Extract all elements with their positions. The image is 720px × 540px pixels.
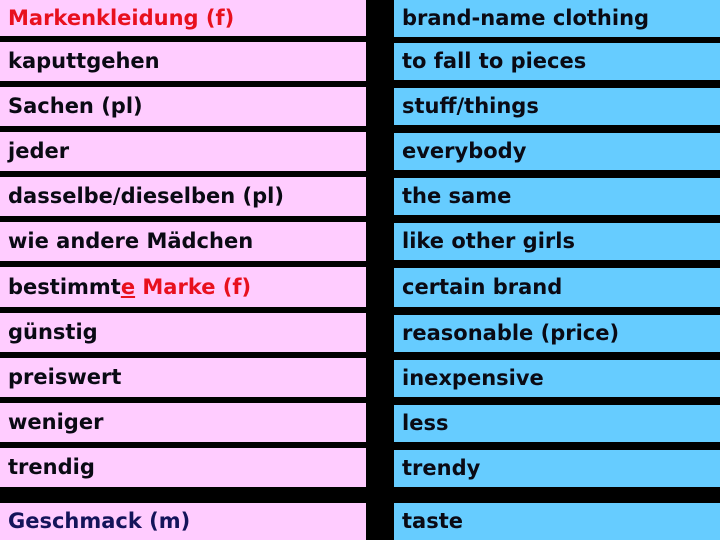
english-cell: stuff/things bbox=[394, 88, 720, 125]
german-term: günstig bbox=[8, 320, 98, 344]
english-term: to fall to pieces bbox=[402, 49, 587, 73]
vocabulary-table: Markenkleidung (f) brand-name clothing k… bbox=[0, 0, 720, 540]
german-term: kaputtgehen bbox=[8, 49, 160, 73]
english-cell: everybody bbox=[394, 133, 720, 170]
german-term: jeder bbox=[8, 139, 70, 163]
german-term-ending: e bbox=[120, 274, 136, 299]
german-term-stem: bestimmt bbox=[8, 274, 121, 299]
english-term: like other girls bbox=[402, 229, 575, 253]
german-term: preiswert bbox=[8, 365, 122, 389]
english-cell: inexpensive bbox=[394, 360, 720, 397]
english-cell: certain brand bbox=[394, 268, 720, 307]
english-term: stuff/things bbox=[402, 94, 539, 118]
english-cell: trendy bbox=[394, 450, 720, 487]
english-cell: to fall to pieces bbox=[394, 43, 720, 80]
german-cell: dasselbe/dieselben (pl) bbox=[0, 177, 366, 216]
german-cell: Geschmack (m) bbox=[0, 503, 366, 540]
english-term: everybody bbox=[402, 139, 527, 163]
german-cell: jeder bbox=[0, 132, 366, 171]
english-cell: reasonable (price) bbox=[394, 315, 720, 352]
german-cell: wie andere Mädchen bbox=[0, 222, 366, 261]
english-term: brand-name clothing bbox=[402, 6, 650, 30]
german-cell: günstig bbox=[0, 313, 366, 352]
english-term: certain brand bbox=[402, 275, 563, 299]
german-term: weniger bbox=[8, 410, 104, 434]
german-term: wie andere Mädchen bbox=[8, 229, 254, 253]
english-cell: like other girls bbox=[394, 223, 720, 260]
english-cell: brand-name clothing bbox=[394, 0, 720, 37]
german-cell: preiswert bbox=[0, 358, 366, 397]
german-term: Geschmack (m) bbox=[8, 509, 191, 533]
german-term: Sachen (pl) bbox=[8, 94, 143, 118]
german-cell: Markenkleidung (f) bbox=[0, 0, 366, 36]
english-cell: less bbox=[394, 405, 720, 442]
english-term: less bbox=[402, 411, 449, 435]
german-term-noun: Marke (f) bbox=[135, 274, 252, 299]
german-cell: bestimmt e Marke (f) bbox=[0, 267, 366, 307]
german-cell: trendig bbox=[0, 448, 366, 487]
german-cell: kaputtgehen bbox=[0, 42, 366, 81]
english-cell: the same bbox=[394, 178, 720, 215]
german-term: Markenkleidung (f) bbox=[8, 5, 235, 30]
english-term: inexpensive bbox=[402, 366, 544, 390]
english-term: the same bbox=[402, 184, 512, 208]
english-term: taste bbox=[402, 509, 463, 533]
german-cell: Sachen (pl) bbox=[0, 87, 366, 126]
german-term: dasselbe/dieselben (pl) bbox=[8, 184, 284, 208]
english-term: reasonable (price) bbox=[402, 321, 620, 345]
english-cell: taste bbox=[394, 503, 720, 540]
german-cell: weniger bbox=[0, 403, 366, 442]
german-term: trendig bbox=[8, 455, 95, 479]
english-term: trendy bbox=[402, 456, 481, 480]
